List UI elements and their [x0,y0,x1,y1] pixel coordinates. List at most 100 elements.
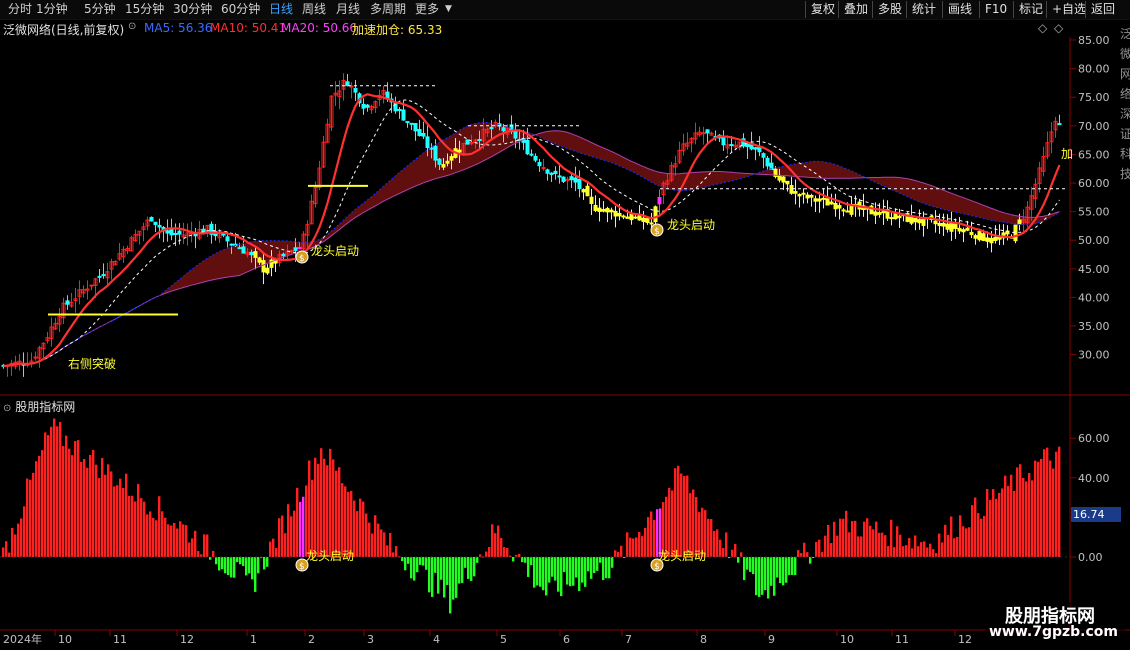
indicator-bar [194,530,197,557]
indicator-bar [401,557,404,562]
indicator-bar [860,536,863,557]
indicator-bar [422,557,425,566]
candle-body [969,231,974,236]
indicator-bar [641,536,644,557]
indicator-bar [155,520,158,557]
candle-body [97,275,102,278]
indicator-bar [56,426,59,557]
indicator-bar [737,557,740,563]
indicator-bar [680,473,683,557]
ma40-line [3,121,1060,367]
indicator-bar [248,557,251,574]
indicator-bar [779,557,782,584]
indicator-bar [599,557,602,563]
indicator-bar [1028,473,1031,557]
indicator-bar [110,471,113,557]
indicator-bar [986,488,989,557]
candle-body [157,224,162,228]
indicator-bar [989,500,992,557]
price-tick-label: 85.00 [1078,34,1110,47]
candle-body [553,170,558,175]
indicator-bar [716,529,719,557]
indicator-bar [251,557,254,580]
candle-body [789,185,794,194]
candle-body [637,215,642,221]
candle-body [641,217,646,222]
indicator-bar [560,557,563,597]
candle-body [445,160,450,164]
candle-body [433,145,438,161]
candle-body [457,149,462,153]
indicator-bar [404,557,407,571]
indicator-bar [578,557,581,592]
indicator-bar [731,549,734,557]
indicator-bar [947,534,950,557]
side-info-strip[interactable]: 泛微网络深证科技 [1120,24,1130,394]
indicator-bar [713,530,716,557]
indicator-bar [326,465,329,557]
candle-body [441,164,446,168]
candle-body [65,300,70,305]
indicator-bar [977,513,980,557]
indicator-bar [887,546,890,557]
price-tick-label: 65.00 [1078,148,1110,161]
indicator-bar [104,474,107,557]
indicator-bar [764,557,767,591]
indicator-bar [542,557,545,591]
indicator-bar [410,557,413,579]
indicator-bar [932,549,935,557]
indicator-bar [344,486,347,557]
indicator-bar [524,557,527,563]
candle-body [529,153,534,156]
indicator-bar [845,510,848,557]
indicator-bar [131,495,134,557]
candle-body [881,210,886,214]
indicator-bar [965,528,968,557]
indicator-bar [956,536,959,557]
indicator-bar [44,432,47,557]
candle-body [169,229,174,236]
indicator-bar [20,518,23,557]
collapse-circle-icon[interactable]: ⊙ [3,403,11,414]
candle-body [645,218,650,224]
indicator-bar [170,525,173,557]
indicator-bar [197,551,200,557]
indicator-bar [113,486,116,557]
indicator-bar [152,517,155,557]
indicator-bar [581,557,584,583]
candle-body [281,253,286,257]
sub-annotation-dragon-start: 龙头启动 [658,549,706,563]
indicator-bar [749,557,752,572]
indicator-bar [1055,451,1058,557]
indicator-bar [1013,490,1016,557]
indicator-bar [551,557,554,577]
indicator-bar [626,532,629,557]
indicator-bar [767,557,770,599]
indicator-bar [386,545,389,557]
indicator-bar [983,515,986,557]
price-tick-label: 50.00 [1078,234,1110,247]
indicator-bar [269,541,272,557]
candle-body [653,206,658,223]
indicator-bar [950,516,953,557]
indicator-bar [296,487,299,557]
indicator-bar [878,532,881,557]
indicator-bar [1043,449,1046,557]
indicator-bar [1034,460,1037,557]
month-label: 4 [433,633,440,646]
candle-body [657,197,662,205]
indicator-bar [263,557,266,570]
candle-body [225,236,230,242]
candle-body [569,176,574,181]
candle-body [345,81,350,87]
sub-annotation-dragon-start: 龙头启动 [306,549,354,563]
indicator-bar [395,546,398,557]
indicator-bar [50,426,53,557]
indicator-bar [293,510,296,557]
candle-body [909,215,914,224]
indicator-bar [302,496,305,557]
indicator-bar [782,557,785,586]
indicator-bar [761,557,764,595]
indicator-bar [89,454,92,557]
indicator-bar [584,557,587,587]
